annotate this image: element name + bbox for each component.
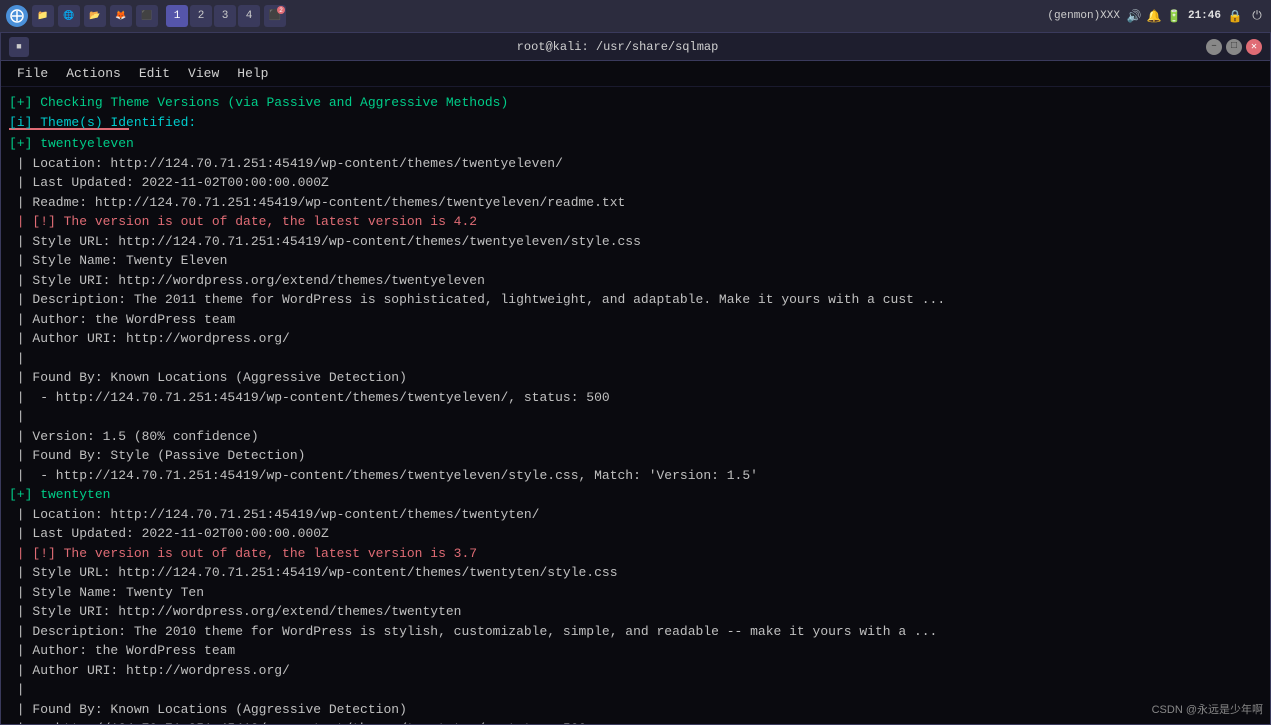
taskbar-files-btn[interactable]: 📁 bbox=[32, 5, 54, 27]
active-app-icon[interactable]: ⬛ 2 bbox=[264, 5, 286, 27]
terminal-line: [+] twentyten bbox=[9, 485, 1262, 505]
terminal-line: | - http://124.70.71.251:45419/wp-conten… bbox=[9, 719, 1262, 724]
terminal-line: | Description: The 2010 theme for WordPr… bbox=[9, 622, 1262, 642]
terminal-line: | Style URI: http://wordpress.org/extend… bbox=[9, 271, 1262, 291]
menu-actions[interactable]: Actions bbox=[58, 64, 129, 83]
terminal-line: | Style URI: http://wordpress.org/extend… bbox=[9, 602, 1262, 622]
terminal-title: root@kali: /usr/share/sqlmap bbox=[517, 40, 719, 54]
battery-icon[interactable]: 🔋 bbox=[1166, 8, 1182, 24]
terminal-icon: ■ bbox=[9, 37, 29, 57]
terminal-line: | Style URL: http://124.70.71.251:45419/… bbox=[9, 563, 1262, 583]
workspace-1[interactable]: 1 bbox=[166, 5, 188, 27]
terminal-line: | [!] The version is out of date, the la… bbox=[9, 212, 1262, 232]
terminal-line: | Readme: http://124.70.71.251:45419/wp-… bbox=[9, 193, 1262, 213]
menu-edit[interactable]: Edit bbox=[131, 64, 178, 83]
terminal-menubar: File Actions Edit View Help bbox=[1, 61, 1270, 87]
terminal-line: | Author: the WordPress team bbox=[9, 641, 1262, 661]
terminal-line: | Last Updated: 2022-11-02T00:00:00.000Z bbox=[9, 173, 1262, 193]
clock: 21:46 bbox=[1188, 10, 1221, 22]
terminal-line: | Style Name: Twenty Eleven bbox=[9, 251, 1262, 271]
terminal-line: [+] Checking Theme Versions (via Passive… bbox=[9, 93, 1262, 113]
terminal-line: | Found By: Known Locations (Aggressive … bbox=[9, 368, 1262, 388]
user-label: (genmon)XXX bbox=[1047, 10, 1120, 22]
terminal-line: | bbox=[9, 680, 1262, 700]
menu-view[interactable]: View bbox=[180, 64, 227, 83]
terminal-line: | Description: The 2011 theme for WordPr… bbox=[9, 290, 1262, 310]
os-logo[interactable] bbox=[6, 5, 28, 27]
terminal-window: ■ root@kali: /usr/share/sqlmap – □ ✕ Fil… bbox=[0, 32, 1271, 725]
terminal-line: [+] twentyeleven bbox=[9, 134, 1262, 154]
terminal-line: | Author URI: http://wordpress.org/ bbox=[9, 329, 1262, 349]
terminal-line: | Style Name: Twenty Ten bbox=[9, 583, 1262, 603]
menu-file[interactable]: File bbox=[9, 64, 56, 83]
window-controls: – □ ✕ bbox=[1206, 39, 1262, 55]
tray-icons: 🔊 🔔 🔋 bbox=[1126, 8, 1182, 24]
terminal-line: | - http://124.70.71.251:45419/wp-conten… bbox=[9, 388, 1262, 408]
maximize-button[interactable]: □ bbox=[1226, 39, 1242, 55]
watermark: CSDN @永远是少年啊 bbox=[1152, 701, 1263, 717]
app-badge: 2 bbox=[277, 6, 285, 14]
terminal-line: | bbox=[9, 407, 1262, 427]
terminal-line: | Style URL: http://124.70.71.251:45419/… bbox=[9, 232, 1262, 252]
terminal-line: | Found By: Style (Passive Detection) bbox=[9, 446, 1262, 466]
workspace-2[interactable]: 2 bbox=[190, 5, 212, 27]
terminal-line: | Version: 1.5 (80% confidence) bbox=[9, 427, 1262, 447]
terminal-line: | bbox=[9, 349, 1262, 369]
terminal-line: | Last Updated: 2022-11-02T00:00:00.000Z bbox=[9, 524, 1262, 544]
taskbar: 📁 🌐 📂 🦊 ⬛ 1 2 3 4 ⬛ 2 (genmon)XXX 🔊 🔔 🔋 … bbox=[0, 0, 1271, 32]
terminal-line: | Author: the WordPress team bbox=[9, 310, 1262, 330]
taskbar-right: (genmon)XXX 🔊 🔔 🔋 21:46 🔒 ⏻ bbox=[1047, 8, 1265, 24]
close-button[interactable]: ✕ bbox=[1246, 39, 1262, 55]
terminal-line: | Location: http://124.70.71.251:45419/w… bbox=[9, 154, 1262, 174]
lock-icon[interactable]: 🔒 bbox=[1227, 8, 1243, 24]
menu-help[interactable]: Help bbox=[229, 64, 276, 83]
terminal-output[interactable]: [+] Checking Theme Versions (via Passive… bbox=[1, 87, 1270, 724]
taskbar-term-btn[interactable]: ⬛ bbox=[136, 5, 158, 27]
workspace-4[interactable]: 4 bbox=[238, 5, 260, 27]
taskbar-folder-btn[interactable]: 📂 bbox=[84, 5, 106, 27]
taskbar-fire-btn[interactable]: 🦊 bbox=[110, 5, 132, 27]
terminal-line: [i] Theme(s) Identified: bbox=[9, 113, 1262, 133]
terminal-titlebar: ■ root@kali: /usr/share/sqlmap – □ ✕ bbox=[1, 33, 1270, 61]
bell-icon[interactable]: 🔔 bbox=[1146, 8, 1162, 24]
terminal-line: | Found By: Known Locations (Aggressive … bbox=[9, 700, 1262, 720]
workspace-switcher: 1 2 3 4 bbox=[166, 5, 260, 27]
terminal-line: | - http://124.70.71.251:45419/wp-conten… bbox=[9, 466, 1262, 486]
taskbar-browser-btn[interactable]: 🌐 bbox=[58, 5, 80, 27]
terminal-line: | Location: http://124.70.71.251:45419/w… bbox=[9, 505, 1262, 525]
minimize-button[interactable]: – bbox=[1206, 39, 1222, 55]
terminal-line: | [!] The version is out of date, the la… bbox=[9, 544, 1262, 564]
workspace-3[interactable]: 3 bbox=[214, 5, 236, 27]
terminal-line: | Author URI: http://wordpress.org/ bbox=[9, 661, 1262, 681]
power-icon[interactable]: ⏻ bbox=[1249, 8, 1265, 24]
volume-icon[interactable]: 🔊 bbox=[1126, 8, 1142, 24]
